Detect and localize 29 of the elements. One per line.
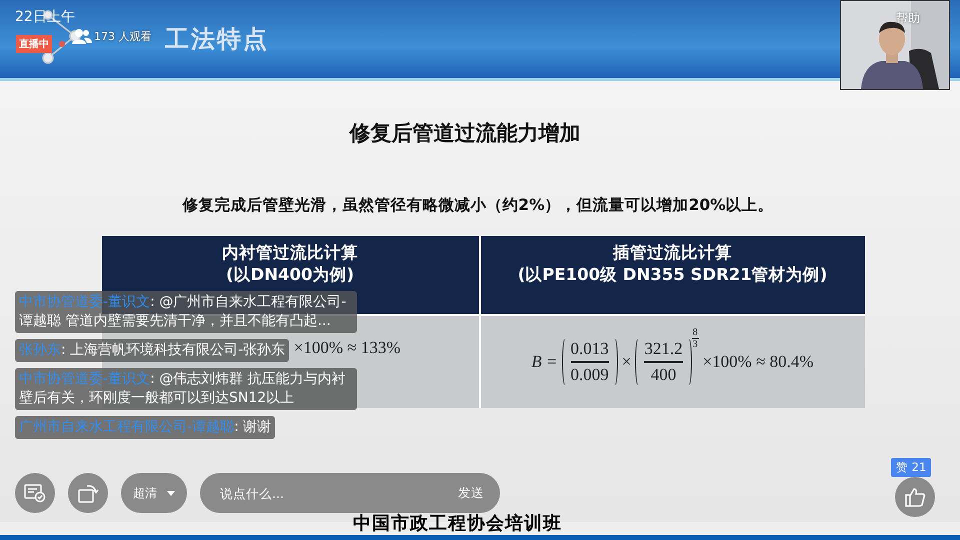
send-button[interactable]: 发送: [458, 484, 484, 502]
header-subtitle: (以DN400为例): [226, 264, 354, 286]
live-badge: 直播中: [16, 35, 52, 53]
viewer-count: 173 人观看: [94, 28, 152, 44]
header-title: 内衬管过流比计算: [222, 242, 358, 264]
people-icon: [72, 28, 92, 44]
chat-message: 张孙东: 上海营帆环境科技有限公司-张孙东: [15, 339, 290, 362]
footer-title: 中国市政工程协会培训班: [353, 513, 562, 534]
message-field[interactable]: 说点什么... 发送: [200, 473, 500, 513]
formula-lhs: B =: [531, 352, 558, 372]
like-count: 赞 21: [891, 458, 932, 477]
operator: ×: [622, 352, 632, 372]
formula-result: ×100% ≈ 80.4%: [702, 352, 814, 372]
denominator: 400: [650, 364, 676, 385]
slide-subtitle: 修复完成后管壁光滑，虽然管径有略微减小（约2%），但流量可以增加20%以上。: [182, 195, 774, 216]
chat-message: 广州市自来水工程有限公司-谭越聪: 谢谢: [15, 416, 276, 439]
numerator: 321.2: [644, 339, 683, 360]
slide-title: 修复后管道过流能力增加: [350, 120, 580, 147]
chat-message: 中市协管道委-董识文: @伟志刘炜群 抗压能力与内衬壁后有关，环刚度一般都可以到达SN12以上: [15, 368, 357, 410]
exponent: 8: [692, 327, 698, 338]
numerator: 0.013: [570, 339, 609, 360]
formula-result: ×100% ≈ 133%: [294, 338, 400, 358]
chat-message: 中市协管道委-董识文: @广州市自来水工程有限公司-谭越聪 管道内壁需要先清干净，并且不能有凸起...: [15, 291, 357, 333]
denominator: 0.009: [570, 364, 609, 385]
exponent: 3: [692, 339, 698, 350]
header-subtitle: (以PE100级 DN355 SDR21管材为例): [518, 264, 828, 286]
caret-icon: [167, 490, 175, 496]
header-title: 插管过流比计算: [613, 242, 732, 264]
section-title: 工法特点: [165, 24, 269, 55]
